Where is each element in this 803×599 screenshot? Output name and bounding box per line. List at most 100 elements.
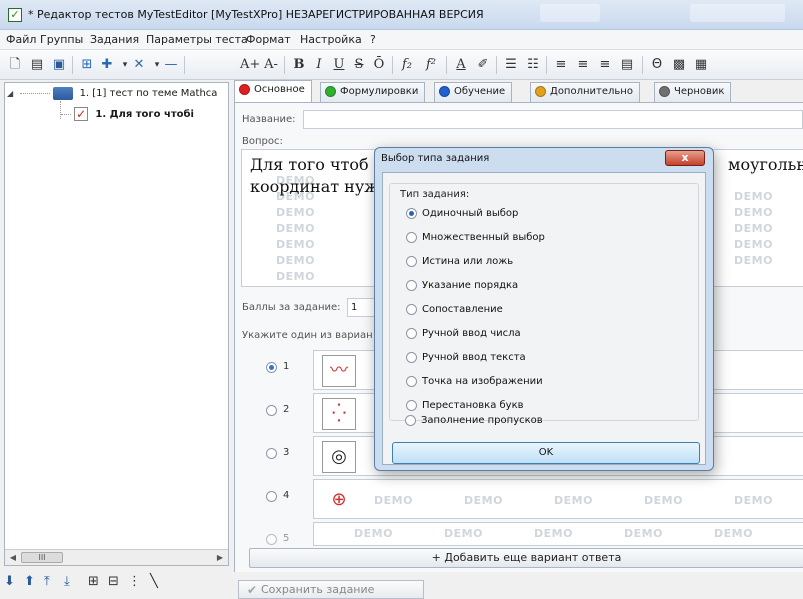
formula-icon[interactable]: Θ	[648, 55, 666, 75]
move-down-icon[interactable]: ⬇	[4, 574, 15, 589]
option-radio[interactable]	[406, 352, 417, 363]
option-label: Точка на изображении	[422, 376, 543, 387]
add-answer-button[interactable]: + Добавить еще вариант ответа	[249, 548, 803, 568]
expand-icon[interactable]: ⊞	[88, 574, 99, 589]
bullet-list-icon[interactable]: ☰	[502, 55, 520, 75]
tree-connector	[20, 93, 51, 94]
align-left-icon[interactable]: ≡	[552, 55, 570, 75]
add-task-icon[interactable]: ✚	[98, 55, 116, 75]
tree-horizontal-scrollbar[interactable]: ◀ III ▶	[5, 549, 228, 565]
underline-icon[interactable]: U	[330, 55, 348, 75]
answer-radio-2[interactable]	[266, 405, 277, 416]
answer-number: 1	[283, 361, 290, 372]
align-center-icon[interactable]: ≡	[574, 55, 592, 75]
open-icon[interactable]: ▤	[28, 55, 46, 75]
app-check-icon: ✓	[8, 8, 22, 22]
tab-training[interactable]: Обучение	[434, 82, 513, 102]
option-radio[interactable]	[405, 415, 416, 426]
highlight-icon[interactable]: ✐	[474, 55, 492, 75]
move-up-icon[interactable]: ⬆	[24, 574, 35, 589]
tree-root-item[interactable]: ◢ 1. [1] тест по теме Mathca	[7, 87, 217, 107]
tab-main[interactable]: Основное	[234, 80, 312, 102]
table-icon[interactable]: ▦	[692, 55, 710, 75]
scroll-thumb[interactable]: III	[21, 552, 63, 563]
answer-radio-4[interactable]	[266, 491, 277, 502]
move-top-icon[interactable]: ⤒	[44, 574, 50, 589]
save-task-button[interactable]: ✔ Сохранить задание	[238, 580, 424, 599]
move-bottom-icon[interactable]: ⤓	[64, 574, 70, 589]
tab-additional[interactable]: Дополнительно	[530, 82, 640, 102]
collapse-arrow-icon[interactable]: ◢	[7, 89, 17, 98]
align-justify-icon[interactable]: ▤	[618, 55, 636, 75]
demo-watermark: DEMO	[534, 527, 573, 540]
blurred-window-control	[540, 4, 600, 22]
scroll-right-icon[interactable]: ▶	[213, 551, 227, 564]
strikethrough-icon[interactable]: S	[350, 55, 368, 75]
font-increase-icon[interactable]: A+	[240, 55, 260, 75]
menu-help[interactable]: ?	[370, 33, 376, 46]
numbered-list-icon[interactable]: ☷	[524, 55, 542, 75]
option-radio[interactable]	[406, 328, 417, 339]
image-icon[interactable]: ▩	[670, 55, 688, 75]
tab-draft[interactable]: Черновик	[654, 82, 732, 102]
question-line-2: координат нуж	[250, 177, 379, 196]
question-label: Вопрос:	[242, 136, 283, 147]
subscript-icon[interactable]: f₂	[398, 55, 416, 75]
close-button[interactable]: x	[665, 150, 705, 166]
save-icon[interactable]: ▣	[50, 55, 68, 75]
tree-child-item[interactable]: ✓ 1. Для того чтобі	[61, 107, 194, 127]
menu-settings[interactable]: Настройка	[300, 33, 362, 46]
overline-icon[interactable]: Ō	[370, 55, 388, 75]
check-icon: ✔	[247, 583, 258, 597]
tab-formulations[interactable]: Формулировки	[320, 82, 426, 102]
answer-radio-5[interactable]	[266, 534, 277, 545]
align-right-icon[interactable]: ≡	[596, 55, 614, 75]
menu-tasks[interactable]: Задания	[90, 33, 139, 46]
demo-watermark: DEMO	[734, 254, 773, 267]
option-radio[interactable]	[406, 232, 417, 243]
bold-icon[interactable]: B	[290, 55, 308, 75]
demo-watermark: DEMO	[734, 222, 773, 235]
menu-groups[interactable]: Группы	[40, 33, 83, 46]
menu-test-params[interactable]: Параметры теста	[146, 33, 248, 46]
demo-watermark: DEMO	[276, 222, 315, 235]
option-radio[interactable]	[406, 400, 417, 411]
score-input[interactable]: 1	[347, 298, 377, 317]
option-radio[interactable]	[406, 280, 417, 291]
font-color-icon[interactable]: A	[452, 55, 470, 75]
collapse-icon[interactable]: ⊟	[108, 574, 119, 589]
test-tree[interactable]: ◢ 1. [1] тест по теме Mathca ✓ 1. Для то…	[4, 82, 229, 566]
remove-icon[interactable]: —	[162, 55, 180, 75]
menu-format[interactable]: Формат	[246, 33, 291, 46]
demo-watermark: DEMO	[734, 494, 773, 507]
answer-editor-4[interactable]: ⊕ DEMO DEMO DEMO DEMO DEMO	[313, 479, 803, 519]
italic-icon[interactable]: I	[310, 55, 328, 75]
option-label: Одиночный выбор	[422, 208, 519, 219]
new-document-icon[interactable]: 🗋	[6, 55, 24, 75]
brush-icon[interactable]: ╲	[150, 574, 158, 589]
name-input[interactable]	[303, 110, 803, 129]
option-label: Ручной ввод числа	[422, 328, 521, 339]
answer-radio-1[interactable]	[266, 362, 277, 373]
answer-radio-3[interactable]	[266, 448, 277, 459]
superscript-icon[interactable]: f²	[422, 55, 440, 75]
scroll-left-icon[interactable]: ◀	[6, 551, 20, 564]
score-label: Баллы за задание:	[242, 302, 341, 313]
demo-watermark: DEMO	[276, 270, 315, 283]
option-radio[interactable]	[406, 376, 417, 387]
scatter-plot-icon: ⁛	[322, 398, 356, 430]
font-decrease-icon[interactable]: A-	[262, 55, 280, 75]
contour-plot-icon: ◎	[322, 441, 356, 473]
option-radio[interactable]	[406, 208, 417, 219]
delete-icon[interactable]: ✕	[130, 55, 148, 75]
option-radio[interactable]	[406, 256, 417, 267]
demo-watermark: DEMO	[374, 494, 413, 507]
option-radio[interactable]	[406, 304, 417, 315]
menu-file[interactable]: Файл	[6, 33, 36, 46]
add-group-icon[interactable]: ⊞	[78, 55, 96, 75]
answer-editor-5[interactable]: DEMO DEMO DEMO DEMO DEMO	[313, 522, 803, 546]
ok-button[interactable]: OK	[392, 442, 700, 464]
task-type-group: Тип задания: Одиночный выбор Множественн…	[389, 183, 699, 421]
more-icon[interactable]: ⋮	[128, 574, 141, 589]
dialog-title: Выбор типа задания	[381, 153, 490, 164]
